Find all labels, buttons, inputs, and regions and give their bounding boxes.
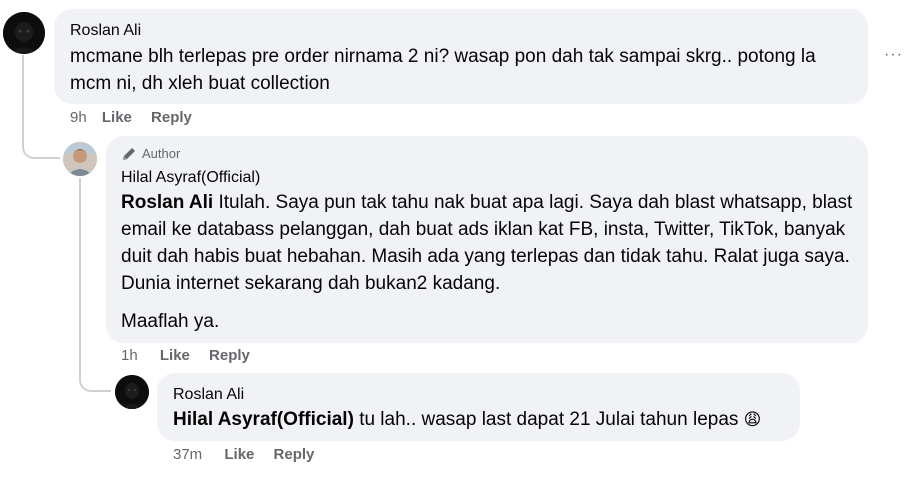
- comment-author-name[interactable]: Roslan Ali: [70, 21, 141, 41]
- reply-text-body: tu lah.. wasap last dapat 21 Julai tahun…: [359, 409, 739, 430]
- avatar[interactable]: [115, 375, 149, 409]
- comment-meta: 9h Like Reply: [70, 109, 192, 127]
- avatar[interactable]: [63, 142, 97, 176]
- mention-link[interactable]: Hilal Asyraf(Official): [173, 409, 354, 430]
- author-badge-label: Author: [142, 146, 181, 161]
- reply-button[interactable]: Reply: [274, 446, 315, 463]
- weary-face-emoji-icon: 😩: [743, 410, 762, 430]
- reply-author-name[interactable]: Hilal Asyraf(Official): [121, 168, 260, 188]
- reply-text: Hilal Asyraf(Official) tu lah.. wasap la…: [173, 406, 793, 434]
- reply-text-part2: Maaflah ya.: [121, 311, 220, 332]
- reply-button[interactable]: Reply: [209, 347, 250, 364]
- reply-timestamp[interactable]: 37m: [173, 446, 202, 463]
- comment-timestamp[interactable]: 9h: [70, 109, 87, 126]
- reply-button[interactable]: Reply: [151, 109, 192, 126]
- pen-icon: [123, 148, 135, 160]
- like-button[interactable]: Like: [160, 347, 190, 364]
- reply-meta: 1h Like Reply: [121, 347, 250, 365]
- reply-text-part1: Itulah. Saya pun tak tahu nak buat apa l…: [121, 192, 853, 294]
- like-button[interactable]: Like: [224, 446, 254, 463]
- comment-text: mcmane blh terlepas pre order nirnama 2 …: [70, 46, 816, 94]
- mention-link[interactable]: Roslan Ali: [121, 192, 213, 213]
- more-options-icon[interactable]: ···: [884, 46, 903, 64]
- reply-meta: 37m Like Reply: [173, 446, 314, 464]
- avatar[interactable]: [3, 12, 45, 54]
- like-button[interactable]: Like: [102, 109, 132, 126]
- reply-author-name[interactable]: Roslan Ali: [173, 385, 244, 405]
- reply-text: Roslan Ali Itulah. Saya pun tak tahu nak…: [121, 189, 861, 335]
- reply-timestamp[interactable]: 1h: [121, 347, 138, 364]
